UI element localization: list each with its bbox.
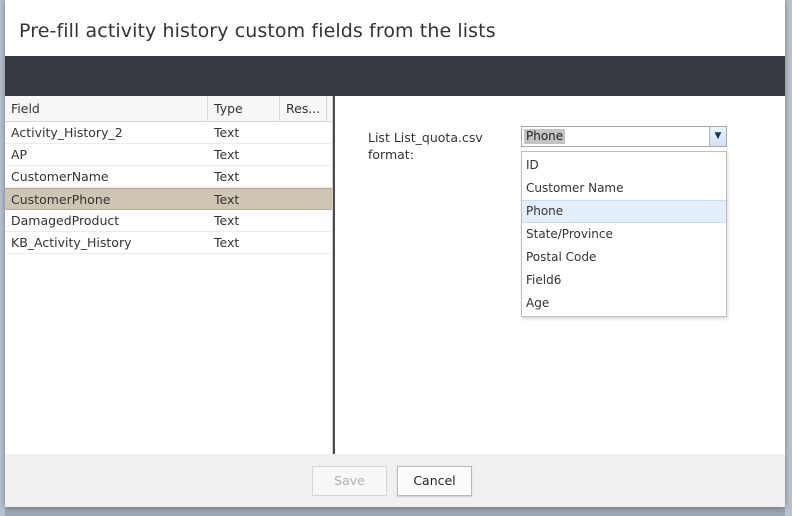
field-result-cell xyxy=(280,232,327,253)
prefill-dialog: Pre-fill activity history custom fields … xyxy=(5,0,785,507)
table-row[interactable]: DamagedProduct Text xyxy=(5,210,332,232)
toolbar-band xyxy=(5,56,785,96)
list-format-label-line2: format: xyxy=(368,147,414,162)
field-name-cell: DamagedProduct xyxy=(11,213,120,228)
table-row[interactable]: KB_Activity_History Text xyxy=(5,232,332,254)
cancel-button[interactable]: Cancel xyxy=(397,466,472,496)
dialog-title-bar: Pre-fill activity history custom fields … xyxy=(5,0,785,56)
field-result-cell xyxy=(280,189,327,209)
list-format-select[interactable]: Phone ▼ xyxy=(521,126,727,147)
save-button[interactable]: Save xyxy=(312,466,387,496)
column-header-type[interactable]: Type xyxy=(208,96,280,122)
chevron-down-icon[interactable]: ▼ xyxy=(709,127,726,146)
format-pane: List List_quota.csv format: Phone ▼ ID Cu… xyxy=(337,96,785,454)
dropdown-option[interactable]: Age xyxy=(522,292,726,315)
field-name-cell: CustomerPhone xyxy=(11,192,111,207)
field-type-cell: Text xyxy=(214,192,240,207)
field-result-cell xyxy=(280,122,327,143)
field-result-cell xyxy=(280,144,327,165)
table-row[interactable]: CustomerPhone Text xyxy=(5,188,332,210)
field-result-cell xyxy=(280,166,327,187)
dialog-footer: Save Cancel xyxy=(5,454,785,507)
list-format-selected-value: Phone xyxy=(524,129,566,144)
field-type-cell: Text xyxy=(214,147,240,162)
dropdown-option[interactable]: ID xyxy=(522,154,726,177)
grid-header: Field Type Res... xyxy=(5,96,332,122)
dialog-title: Pre-fill activity history custom fields … xyxy=(19,20,496,42)
list-format-dropdown: ID Customer Name Phone State/Province Postal… xyxy=(521,151,727,317)
background-right xyxy=(785,0,792,516)
fields-pane: Field Type Res... Activity_History_2 Text… xyxy=(5,96,333,454)
dialog-content: Field Type Res... Activity_History_2 Text… xyxy=(5,96,785,454)
field-name-cell: KB_Activity_History xyxy=(11,235,132,250)
list-format-label-line1: List List_quota.csv xyxy=(368,130,483,145)
field-type-cell: Text xyxy=(214,235,240,250)
field-type-cell: Text xyxy=(214,169,240,184)
column-header-field[interactable]: Field xyxy=(5,96,208,122)
column-header-result[interactable]: Res... xyxy=(280,96,327,122)
grid-body: Activity_History_2 Text AP Text CustomerName… xyxy=(5,122,332,254)
field-name-cell: CustomerName xyxy=(11,169,109,184)
table-row[interactable]: Activity_History_2 Text xyxy=(5,122,332,144)
list-format-label: List List_quota.csv format: xyxy=(368,129,508,163)
dropdown-option[interactable]: State/Province xyxy=(522,223,726,246)
dropdown-option[interactable]: Postal Code xyxy=(522,246,726,269)
field-type-cell: Text xyxy=(214,125,240,140)
field-result-cell xyxy=(280,210,327,231)
dropdown-option[interactable]: Field6 xyxy=(522,269,726,292)
dropdown-option[interactable]: Customer Name xyxy=(522,177,726,200)
table-row[interactable]: CustomerName Text xyxy=(5,166,332,188)
field-name-cell: Activity_History_2 xyxy=(11,125,123,140)
dropdown-option[interactable]: Phone xyxy=(522,200,726,223)
field-name-cell: AP xyxy=(11,147,28,162)
table-row[interactable]: AP Text xyxy=(5,144,332,166)
field-type-cell: Text xyxy=(214,213,240,228)
